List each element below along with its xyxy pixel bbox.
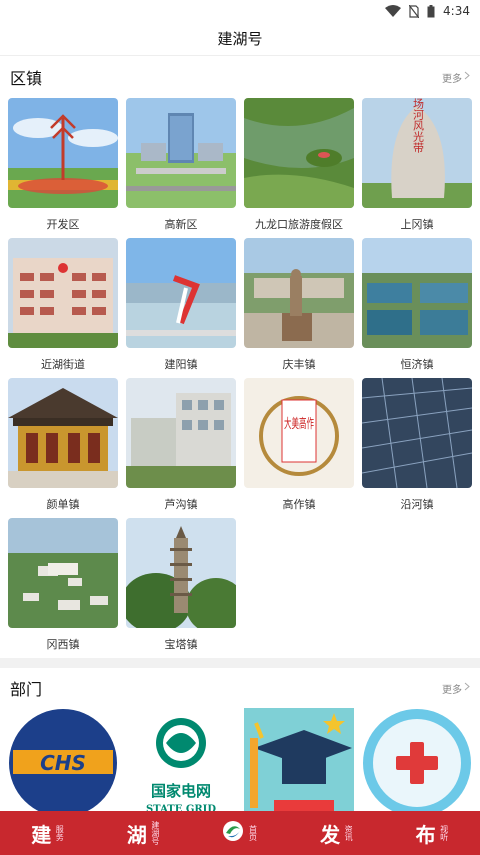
nav-small-label: 视听: [439, 825, 449, 841]
town-label: 颜单镇: [46, 498, 80, 511]
town-image: [8, 378, 118, 488]
nav-small-label: 服务: [55, 825, 65, 841]
town-image: [8, 518, 118, 628]
nav-item-jianhuhao[interactable]: 湖 建湖号: [127, 819, 160, 848]
dept-card-state-grid[interactable]: 国家电网 STATE GRID: [126, 708, 236, 818]
towns-section-title: 区镇: [10, 69, 43, 88]
town-label: 开发区: [46, 218, 80, 231]
town-card-hengji[interactable]: 恒济镇: [362, 238, 472, 378]
town-card-shanggang[interactable]: 串场河风光带 上冈镇: [362, 98, 472, 238]
town-image: [8, 238, 118, 348]
more-label: 更多: [442, 684, 462, 696]
town-image: 串场河风光带: [362, 98, 472, 208]
dept-card-health[interactable]: [362, 708, 472, 818]
svg-text:CHS: CHS: [40, 751, 86, 775]
town-card-lugou[interactable]: 芦沟镇: [126, 378, 236, 518]
town-label: 庆丰镇: [282, 358, 316, 371]
wifi-icon: [385, 5, 402, 17]
town-label: 冈西镇: [46, 638, 80, 651]
town-card-jinhu[interactable]: 近湖街道: [8, 238, 118, 378]
town-label: 芦沟镇: [164, 498, 198, 511]
town-label: 近湖街道: [41, 358, 85, 371]
town-image: [362, 238, 472, 348]
bottom-nav: 建 服务 湖 建湖号 首页 发 资讯 布 视听: [0, 811, 480, 855]
town-card-jiulongkou[interactable]: 九龙口旅游度假区: [244, 98, 354, 238]
town-label: 上冈镇: [400, 218, 434, 231]
more-label: 更多: [442, 73, 462, 85]
town-label: 恒济镇: [400, 358, 434, 371]
nav-small-label: 资讯: [344, 825, 354, 841]
state-grid-logo-icon: 国家电网 STATE GRID: [126, 708, 236, 818]
nav-big-char: 发: [320, 822, 341, 847]
town-card-yanhe[interactable]: 沿河镇: [362, 378, 472, 518]
town-card-gaoxinqu[interactable]: 高新区: [126, 98, 236, 238]
town-card-qingfeng[interactable]: 庆丰镇: [244, 238, 354, 378]
nav-item-media[interactable]: 布 视听: [416, 819, 449, 848]
no-sim-icon: [409, 4, 420, 18]
nav-small-label: 首页: [248, 825, 258, 841]
chevron-right-icon: [464, 682, 470, 694]
town-card-kaifaqu[interactable]: 开发区: [8, 98, 118, 238]
towns-section-header: 区镇 更多: [0, 56, 480, 98]
town-label: 高新区: [164, 218, 198, 231]
section-divider: [0, 658, 480, 668]
town-card-jianyang[interactable]: 建阳镇: [126, 238, 236, 378]
town-image: [126, 378, 236, 488]
page-title: 建湖号: [217, 30, 263, 48]
town-image: [8, 98, 118, 208]
town-card-yandan[interactable]: 颜单镇: [8, 378, 118, 518]
depts-section-header: 部门 更多: [0, 668, 480, 708]
towns-more-link[interactable]: 更多: [442, 70, 470, 85]
depts-row: CHS 国家电网 STATE GRID: [0, 708, 480, 818]
town-label: 宝塔镇: [164, 638, 198, 651]
dept-card-education[interactable]: [244, 708, 354, 818]
town-image: [362, 378, 472, 488]
nav-item-home[interactable]: 首页: [222, 820, 257, 846]
town-image: [244, 98, 354, 208]
chs-logo-icon: CHS: [9, 709, 117, 817]
svg-text:国家电网: 国家电网: [151, 782, 211, 800]
town-label: 建阳镇: [164, 358, 198, 371]
towns-grid: 开发区 高新区 九龙口旅游度假区 串场河风光带 上冈镇 近湖街道 建阳镇 庆丰镇…: [0, 98, 480, 658]
status-time: 4:34: [443, 4, 470, 18]
medical-plus-icon: [363, 709, 471, 817]
town-label: 沿河镇: [400, 498, 434, 511]
depts-more-link[interactable]: 更多: [442, 681, 470, 696]
town-label: 高作镇: [282, 498, 316, 511]
town-card-baota[interactable]: 宝塔镇: [126, 518, 236, 658]
town-image: [126, 518, 236, 628]
depts-section-title: 部门: [10, 680, 43, 699]
title-bar: 建湖号: [0, 22, 480, 56]
gaozuo-banner-text: 大美高作: [284, 416, 314, 432]
chevron-right-icon: [464, 71, 470, 83]
home-logo-icon: [222, 820, 244, 846]
dept-card-chs[interactable]: CHS: [8, 708, 118, 818]
town-card-gangxi[interactable]: 冈西镇: [8, 518, 118, 658]
town-image: [126, 98, 236, 208]
nav-big-char: 布: [415, 822, 436, 847]
nav-small-label: 建湖号: [150, 821, 160, 845]
nav-item-news[interactable]: 发 资讯: [320, 819, 353, 848]
graduation-cap-icon: [244, 708, 354, 818]
status-bar: 4:34: [0, 0, 480, 22]
town-image: 大美高作: [244, 378, 354, 488]
town-image: [126, 238, 236, 348]
town-image: [244, 238, 354, 348]
nav-big-char: 建: [31, 822, 52, 847]
town-card-gaozuo[interactable]: 大美高作 高作镇: [244, 378, 354, 518]
nav-big-char: 湖: [126, 822, 147, 847]
town-label: 九龙口旅游度假区: [255, 218, 343, 231]
nav-item-service[interactable]: 建 服务: [31, 819, 64, 848]
battery-icon: [427, 4, 435, 18]
shanggang-stone-text: 串场河风光带: [412, 98, 425, 154]
